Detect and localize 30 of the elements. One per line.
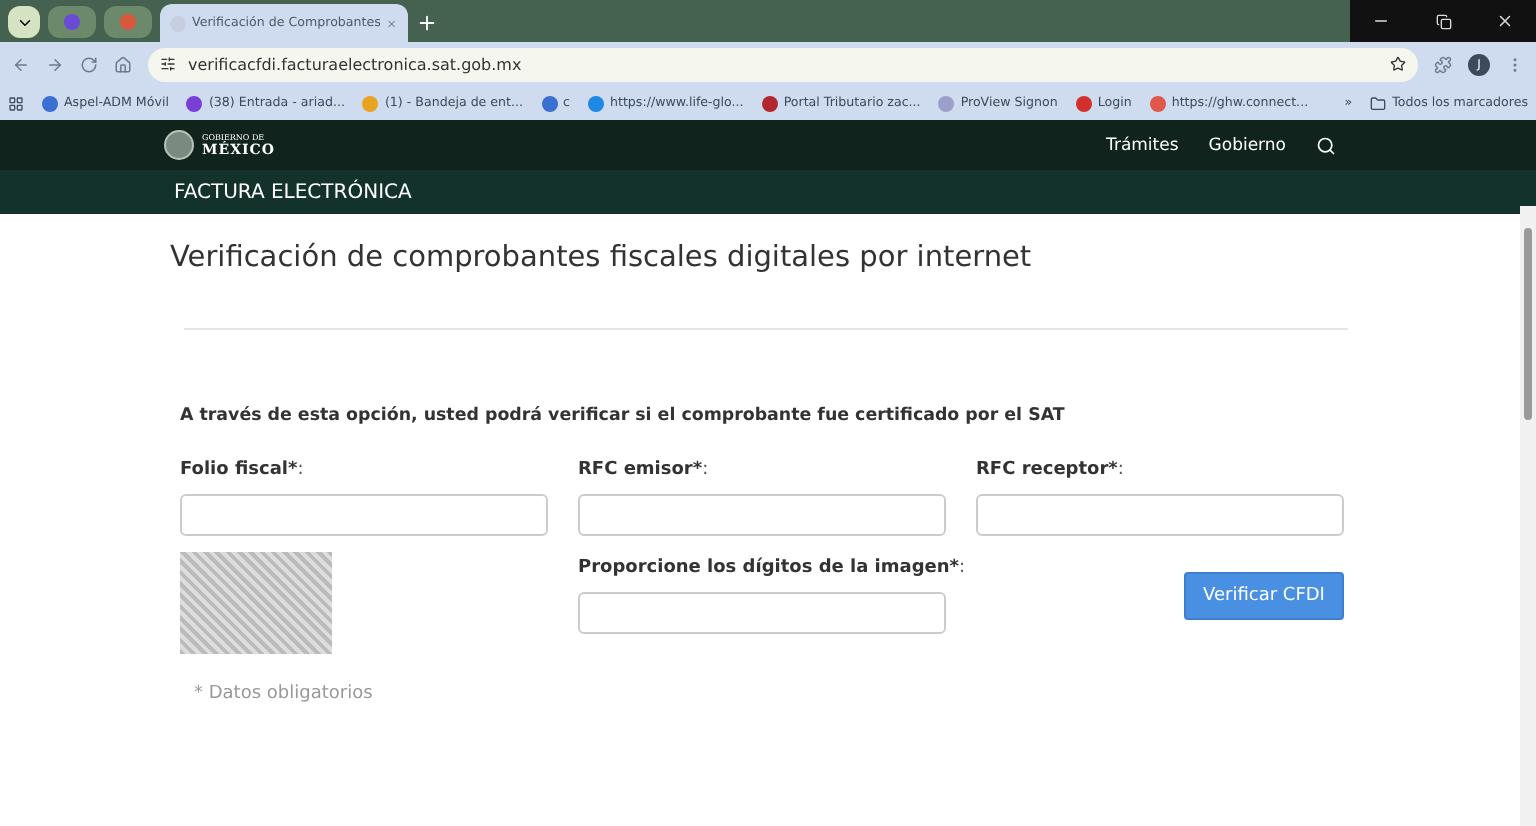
folder-icon	[1370, 95, 1387, 111]
search-icon[interactable]	[1316, 135, 1336, 155]
address-bar[interactable]: verificacfdi.facturaelectronica.sat.gob.mx	[148, 47, 1418, 81]
puzzle-icon[interactable]	[1434, 55, 1452, 73]
text-field[interactable]	[976, 494, 1344, 536]
nav-link[interactable]: Trámites	[1106, 135, 1179, 155]
close-icon[interactable]	[386, 15, 398, 31]
forward-icon[interactable]	[46, 55, 64, 73]
scrollbar[interactable]	[1520, 206, 1536, 826]
field-label: RFC emisor*:	[578, 460, 709, 480]
home-icon[interactable]	[114, 55, 132, 73]
required-note: * Datos obligatorios	[194, 684, 375, 704]
star-icon[interactable]	[1390, 56, 1406, 72]
back-icon[interactable]	[12, 55, 30, 73]
reload-icon[interactable]	[80, 55, 98, 73]
site-settings-icon[interactable]	[160, 56, 176, 72]
intro-text: A través de esta opción, usted podrá verificar si el comprobante fue certificado por el SAT	[180, 406, 1067, 426]
text-field[interactable]	[180, 494, 548, 536]
tab-group-icon[interactable]	[104, 6, 152, 38]
field-label: RFC receptor*:	[976, 460, 1124, 480]
text-field[interactable]	[578, 592, 946, 634]
section-title: FACTURA ELECTRÓNICA	[174, 181, 412, 203]
field-label: Folio fiscal*:	[180, 460, 304, 480]
nav-link[interactable]: Gobierno	[1208, 135, 1286, 155]
new-tab-icon[interactable]	[416, 12, 438, 34]
text-field[interactable]	[578, 494, 946, 536]
page-title: Verificación de comprobantes fiscales digitales por internet	[170, 242, 1034, 274]
tab-list-button[interactable]	[8, 6, 40, 38]
apps-icon[interactable]	[8, 95, 24, 111]
field-label: Proporcione los dígitos de la imagen*:	[578, 558, 966, 578]
